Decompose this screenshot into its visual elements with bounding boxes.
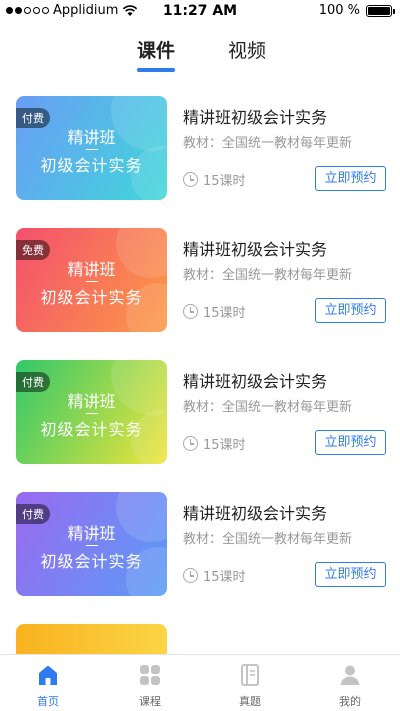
course-info: 精讲班初级会计实务 教材：全国统一教材每年更新 15课时 立即预约 — [183, 360, 386, 464]
notebook-icon — [241, 664, 259, 686]
course-hours: 15课时 — [183, 434, 246, 453]
battery-percent: 100 % — [318, 3, 360, 18]
tab-video[interactable]: 视频 — [228, 36, 266, 63]
course-thumbnail[interactable] — [16, 624, 167, 654]
content-tabs: 课件 视频 — [0, 36, 400, 76]
tab-home-label: 首页 — [37, 695, 59, 708]
tab-courses[interactable]: 课程 — [120, 663, 180, 709]
hours-label: 15课时 — [203, 438, 246, 453]
course-title[interactable]: 精讲班初级会计实务 — [183, 368, 327, 392]
battery-group: 100 % — [318, 3, 395, 18]
course-hours: 15课时 — [183, 566, 246, 585]
thumbnail-title: 精讲班 — [67, 392, 116, 411]
clock-icon — [183, 304, 198, 319]
thumbnail-title: 精讲班 — [67, 524, 116, 543]
tab-courses-label: 课程 — [139, 695, 161, 708]
course-thumbnail[interactable]: 付费 精讲班 初级会计实务 — [16, 96, 167, 200]
book-now-button[interactable]: 立即预约 — [315, 298, 386, 323]
course-subtitle: 教材：全国统一教材每年更新 — [183, 532, 353, 547]
clock-icon — [183, 436, 198, 451]
clock-icon — [183, 568, 198, 583]
hours-label: 15课时 — [203, 174, 246, 189]
course-title[interactable]: 精讲班初级会计实务 — [183, 236, 327, 260]
battery-icon — [366, 4, 395, 17]
tab-profile-label: 我的 — [339, 695, 361, 708]
thumbnail-subtitle: 初级会计实务 — [40, 288, 143, 307]
thumbnail-divider — [86, 281, 98, 282]
thumbnail-subtitle: 初级会计实务 — [40, 420, 143, 439]
course-thumbnail[interactable]: 免费 精讲班 初级会计实务 — [16, 228, 167, 332]
course-title[interactable]: 精讲班初级会计实务 — [183, 500, 327, 524]
course-card[interactable]: 付费 精讲班 初级会计实务 精讲班初级会计实务 教材：全国统一教材每年更新 15… — [16, 360, 386, 464]
thumbnail-divider — [86, 413, 98, 414]
book-now-button[interactable]: 立即预约 — [315, 562, 386, 587]
course-subtitle: 教材：全国统一教材每年更新 — [183, 268, 353, 283]
user-icon — [340, 665, 360, 685]
tab-courseware[interactable]: 课件 — [137, 36, 175, 63]
home-icon — [39, 665, 57, 685]
course-info: 精讲班初级会计实务 教材：全国统一教材每年更新 15课时 立即预约 — [183, 96, 386, 200]
thumbnail-divider — [86, 545, 98, 546]
grid-icon — [140, 665, 160, 685]
thumbnail-subtitle: 初级会计实务 — [40, 156, 143, 175]
thumbnail-subtitle: 初级会计实务 — [40, 552, 143, 571]
course-thumbnail[interactable]: 付费 精讲班 初级会计实务 — [16, 360, 167, 464]
tab-exam-papers-label: 真题 — [239, 695, 261, 708]
course-info: 精讲班初级会计实务 教材：全国统一教材每年更新 15课时 立即预约 — [183, 492, 386, 596]
book-now-button[interactable]: 立即预约 — [315, 430, 386, 455]
active-tab-indicator — [137, 68, 175, 72]
bottom-tab-bar: 首页 课程 真题 我的 — [0, 654, 400, 711]
thumbnail-title: 精讲班 — [67, 260, 116, 279]
tab-home[interactable]: 首页 — [18, 663, 78, 709]
clock-icon — [183, 172, 198, 187]
thumbnail-title: 精讲班 — [67, 128, 116, 147]
course-card[interactable]: 免费 精讲班 初级会计实务 精讲班初级会计实务 教材：全国统一教材每年更新 15… — [16, 228, 386, 332]
course-hours: 15课时 — [183, 170, 246, 189]
book-now-button[interactable]: 立即预约 — [315, 166, 386, 191]
course-title[interactable]: 精讲班初级会计实务 — [183, 104, 327, 128]
course-info: 精讲班初级会计实务 教材：全国统一教材每年更新 15课时 立即预约 — [183, 228, 386, 332]
status-bar: Applidium 11:27 AM 100 % — [0, 0, 400, 22]
course-card-partial[interactable] — [16, 624, 386, 654]
course-card[interactable]: 付费 精讲班 初级会计实务 精讲班初级会计实务 教材：全国统一教材每年更新 15… — [16, 492, 386, 596]
course-thumbnail[interactable]: 付费 精讲班 初级会计实务 — [16, 492, 167, 596]
thumbnail-divider — [86, 149, 98, 150]
course-card[interactable]: 付费 精讲班 初级会计实务 精讲班初级会计实务 教材：全国统一教材每年更新 15… — [16, 96, 386, 200]
course-hours: 15课时 — [183, 302, 246, 321]
hours-label: 15课时 — [203, 306, 246, 321]
course-subtitle: 教材：全国统一教材每年更新 — [183, 400, 353, 415]
tab-exam-papers[interactable]: 真题 — [220, 663, 280, 709]
hours-label: 15课时 — [203, 570, 246, 585]
tab-profile[interactable]: 我的 — [320, 663, 380, 709]
course-subtitle: 教材：全国统一教材每年更新 — [183, 136, 353, 151]
